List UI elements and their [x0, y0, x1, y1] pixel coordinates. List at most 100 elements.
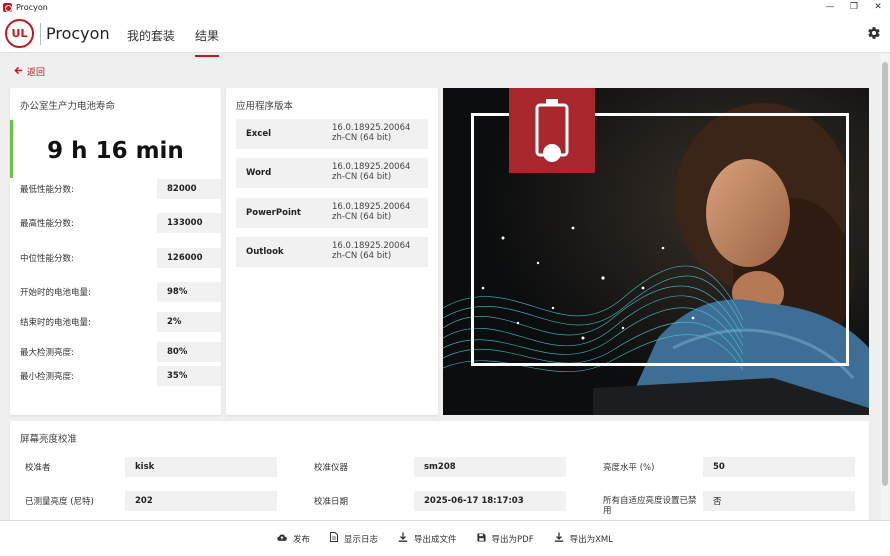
app-header: UL Procyon 我的套装 结果 — [0, 14, 890, 57]
app-version-line: zh-CN (64 bit) — [332, 172, 392, 182]
minimize-button[interactable]: — — [818, 0, 842, 14]
version-card-title: 应用程序版本 — [236, 101, 294, 112]
export-pdf-label: 导出为PDF — [491, 534, 534, 545]
calibration-label: 校准日期 — [314, 497, 349, 507]
calibration-label: 所有自适应亮度设置已禁用 — [603, 496, 697, 516]
publish-button[interactable]: 发布 — [277, 533, 310, 545]
stat-row: 最大检测亮度: 80% — [20, 342, 221, 362]
stat-label: 结束时的电池电量: — [20, 318, 91, 328]
stat-value: 35% — [157, 366, 221, 386]
vertical-scrollbar[interactable] — [881, 54, 889, 520]
window-titlebar: Procyon — ❐ ✕ — [0, 0, 890, 14]
calibration-label: 校准仪器 — [314, 463, 349, 473]
calibration-value: 202 — [125, 491, 277, 511]
app-icon — [3, 2, 12, 12]
calibration-value: 2025-06-17 18:17:03 — [414, 491, 566, 511]
arrow-left-icon — [14, 66, 23, 78]
tab-my-suites[interactable]: 我的套装 — [127, 27, 175, 44]
app-version-line: 16.0.18925.20064 — [332, 241, 411, 251]
stat-row: 开始时的电池电量: 98% — [20, 282, 221, 302]
footer-action-bar: 发布 显示日志 导出成文件 导出为PDF 导出为XML — [0, 520, 890, 556]
app-version: 16.0.18925.20064 zh-CN (64 bit) — [332, 123, 410, 143]
export-pdf-button[interactable]: 导出为PDF — [476, 532, 534, 545]
app-version: 16.0.18925.20064 zh-CN (64 bit) — [332, 162, 410, 182]
brand-name: Procyon — [46, 24, 110, 43]
stat-row: 结束时的电池电量: 2% — [20, 312, 221, 332]
app-version-row: Word 16.0.18925.20064 zh-CN (64 bit) — [236, 158, 428, 188]
gear-icon-svg — [868, 27, 880, 39]
close-button[interactable]: ✕ — [866, 0, 890, 14]
hero-image — [443, 88, 869, 415]
show-log-button[interactable]: 显示日志 — [330, 532, 378, 545]
app-version-line: zh-CN (64 bit) — [332, 133, 392, 143]
stat-label: 最低性能分数: — [20, 185, 74, 195]
gear-icon[interactable] — [867, 26, 881, 44]
app-name: PowerPoint — [246, 208, 301, 218]
app-version-row: Outlook 16.0.18925.20064 zh-CN (64 bit) — [236, 237, 428, 267]
calibration-label: 校准者 — [25, 463, 51, 473]
app-version: 16.0.18925.20064 zh-CN (64 bit) — [332, 202, 410, 222]
window-title: Procyon — [16, 2, 48, 12]
calibration-value: sm208 — [414, 457, 566, 477]
battery-badge — [509, 88, 595, 173]
stat-label: 最高性能分数: — [20, 219, 74, 229]
app-name: Outlook — [246, 247, 284, 257]
back-label: 返回 — [27, 68, 46, 78]
app-version-line: 16.0.18925.20064 — [332, 123, 411, 133]
download-icon — [398, 532, 408, 545]
stat-label: 开始时的电池电量: — [20, 288, 91, 298]
save-icon — [476, 532, 486, 545]
calibration-label: 已测量亮度 (尼特) — [25, 497, 94, 507]
ul-logo-text: UL — [11, 27, 28, 40]
scrollbar-thumb[interactable] — [882, 62, 888, 486]
stat-value: 133000 — [157, 213, 221, 233]
calibration-value: 50 — [703, 457, 855, 477]
battery-card-title: 办公室生产力电池寿命 — [20, 101, 116, 112]
export-file-label: 导出成文件 — [414, 534, 457, 545]
stat-value: 2% — [157, 312, 221, 332]
stat-value: 98% — [157, 282, 221, 302]
app-version-row: PowerPoint 16.0.18925.20064 zh-CN (64 bit… — [236, 198, 428, 228]
stat-value: 126000 — [157, 248, 221, 268]
battery-life-card: 办公室生产力电池寿命 9 h 16 min 最低性能分数: 82000 最高性能… — [10, 88, 221, 415]
calibration-label: 亮度水平 (%) — [603, 463, 655, 473]
export-file-button[interactable]: 导出成文件 — [398, 532, 457, 545]
brand-separator — [40, 23, 41, 45]
app-name: Excel — [246, 129, 272, 139]
stat-value: 80% — [157, 342, 221, 362]
app-version-card: 应用程序版本 Excel 16.0.18925.20064 zh-CN (64 b… — [226, 88, 438, 415]
brightness-calibration-card: 屏幕亮度校准 校准者 kisk 校准仪器 sm208 亮度水平 (%) 50 已… — [10, 421, 869, 521]
app-version: 16.0.18925.20064 zh-CN (64 bit) — [332, 241, 410, 261]
calibration-value: kisk — [125, 457, 277, 477]
app-version-line: zh-CN (64 bit) — [332, 251, 392, 261]
restore-button[interactable]: ❐ — [842, 0, 866, 14]
battery-life-result: 9 h 16 min — [47, 138, 184, 164]
ul-logo: UL — [5, 19, 34, 48]
window-controls: — ❐ ✕ — [818, 0, 890, 14]
battery-icon — [535, 99, 569, 162]
stat-label: 最小检测亮度: — [20, 372, 74, 382]
download-icon — [554, 532, 564, 545]
stat-label: 中位性能分数: — [20, 254, 74, 264]
stat-value: 82000 — [157, 179, 221, 199]
app-version-row: Excel 16.0.18925.20064 zh-CN (64 bit) — [236, 119, 428, 149]
export-xml-label: 导出为XML — [569, 534, 613, 545]
tab-results[interactable]: 结果 — [195, 27, 220, 57]
app-version-line: 16.0.18925.20064 — [332, 202, 411, 212]
stat-label: 最大检测亮度: — [20, 348, 74, 358]
publish-label: 发布 — [292, 534, 310, 545]
stat-row: 最高性能分数: 133000 — [20, 213, 221, 233]
cloud-upload-icon — [277, 533, 287, 545]
stat-row: 最小检测亮度: 35% — [20, 366, 221, 386]
app-version-line: zh-CN (64 bit) — [332, 212, 392, 222]
stat-row: 最低性能分数: 82000 — [20, 179, 221, 199]
stat-row: 中位性能分数: 126000 — [20, 248, 221, 268]
app-version-line: 16.0.18925.20064 — [332, 162, 411, 172]
calibration-value: 否 — [703, 491, 855, 511]
app-name: Word — [246, 168, 272, 178]
calibration-title: 屏幕亮度校准 — [20, 434, 78, 445]
show-log-label: 显示日志 — [344, 534, 379, 545]
export-xml-button[interactable]: 导出为XML — [554, 532, 613, 545]
document-icon — [330, 532, 338, 545]
back-link[interactable]: 返回 — [14, 65, 45, 78]
